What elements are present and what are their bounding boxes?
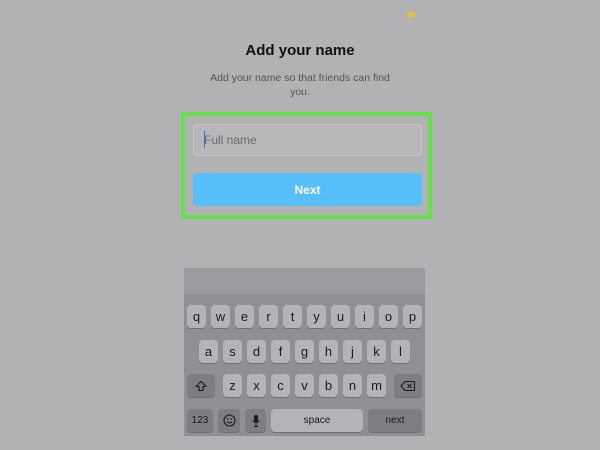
backspace-key[interactable]	[394, 374, 422, 397]
key-t[interactable]: t	[283, 305, 302, 328]
key-r[interactable]: r	[259, 305, 278, 328]
dictation-key[interactable]	[245, 409, 266, 432]
key-i[interactable]: i	[355, 305, 374, 328]
page-title: Add your name	[245, 42, 355, 59]
key-x[interactable]: x	[247, 374, 266, 397]
key-c[interactable]: c	[271, 374, 290, 397]
key-o[interactable]: o	[379, 305, 398, 328]
key-n[interactable]: n	[343, 374, 362, 397]
key-w[interactable]: w	[211, 305, 230, 328]
key-l[interactable]: l	[391, 340, 410, 363]
key-d[interactable]: d	[247, 340, 266, 363]
next-key[interactable]: next	[368, 409, 422, 432]
key-p[interactable]: p	[403, 305, 422, 328]
space-key[interactable]: space	[271, 409, 363, 432]
key-h[interactable]: h	[319, 340, 338, 363]
microphone-icon	[251, 414, 260, 427]
emoji-key[interactable]	[218, 409, 240, 432]
key-j[interactable]: j	[343, 340, 362, 363]
full-name-input[interactable]	[193, 124, 422, 156]
text-cursor	[204, 131, 205, 148]
key-u[interactable]: u	[331, 305, 350, 328]
key-y[interactable]: y	[307, 305, 326, 328]
key-k[interactable]: k	[367, 340, 386, 363]
key-e[interactable]: e	[235, 305, 254, 328]
key-v[interactable]: v	[295, 374, 314, 397]
key-q[interactable]: q	[187, 305, 206, 328]
key-m[interactable]: m	[367, 374, 386, 397]
keyboard-suggestion-bar	[184, 268, 425, 294]
next-button[interactable]: Next	[193, 173, 422, 206]
battery-icon	[407, 12, 415, 17]
backspace-icon	[400, 380, 416, 391]
key-b[interactable]: b	[319, 374, 338, 397]
numbers-key[interactable]: 123	[187, 409, 213, 432]
key-a[interactable]: a	[199, 340, 218, 363]
key-f[interactable]: f	[271, 340, 290, 363]
key-g[interactable]: g	[295, 340, 314, 363]
key-s[interactable]: s	[223, 340, 242, 363]
page-subtitle: Add your name so that friends can find y…	[210, 72, 390, 98]
on-screen-keyboard: q w e r t y u i o p a s d f g h j k l z …	[184, 268, 425, 436]
shift-icon	[195, 380, 207, 391]
shift-key[interactable]	[187, 374, 215, 397]
key-z[interactable]: z	[223, 374, 242, 397]
emoji-icon	[222, 414, 236, 427]
